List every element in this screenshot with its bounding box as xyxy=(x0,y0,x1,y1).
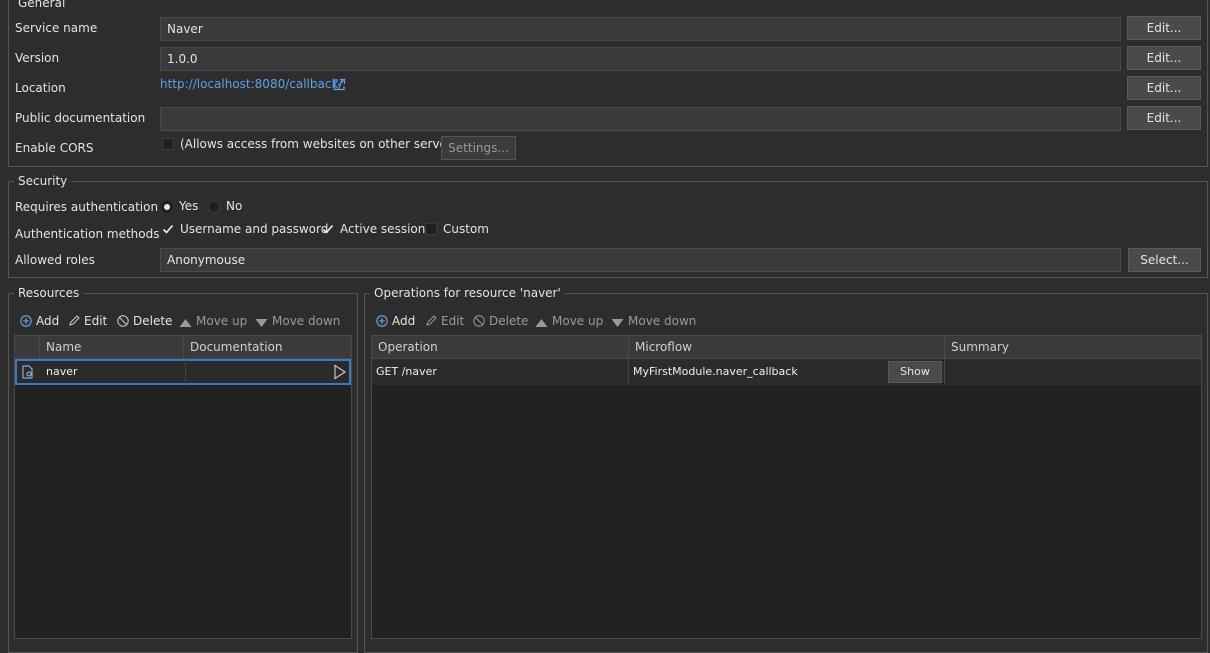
public-documentation-label: Public documentation xyxy=(15,111,146,125)
triangle-down-icon xyxy=(255,316,268,327)
username-password-label[interactable]: Username and password xyxy=(180,221,328,237)
service-name-edit-button[interactable]: Edit... xyxy=(1127,16,1201,40)
show-microflow-button[interactable]: Show xyxy=(888,361,942,383)
resources-delete-label: Delete xyxy=(133,314,173,328)
version-edit-button[interactable]: Edit... xyxy=(1127,46,1201,70)
resource-document-icon xyxy=(21,365,35,379)
operations-move-up-button[interactable]: Move up xyxy=(535,313,603,329)
active-session-checkbox[interactable] xyxy=(322,223,334,235)
resources-add-button[interactable]: Add xyxy=(20,313,59,329)
resources-edit-button[interactable]: Edit xyxy=(68,313,107,329)
pencil-icon xyxy=(425,315,437,327)
operations-move-up-label: Move up xyxy=(552,314,604,328)
requires-auth-yes-radio[interactable] xyxy=(161,201,173,213)
operations-delete-label: Delete xyxy=(489,314,529,328)
pencil-icon xyxy=(68,315,80,327)
operation-row-summary xyxy=(945,359,1201,385)
username-password-checkbox[interactable] xyxy=(162,223,174,235)
resources-delete-button[interactable]: Delete xyxy=(117,313,172,329)
resources-move-down-label: Move down xyxy=(272,314,341,328)
cors-description: (Allows access from websites on other se… xyxy=(180,137,463,151)
operations-table-header: Operation Microflow Summary xyxy=(372,336,1201,359)
resources-legend: Resources xyxy=(14,286,84,300)
requires-auth-no-label[interactable]: No xyxy=(226,198,242,214)
service-name-field[interactable]: Naver xyxy=(160,17,1121,41)
location-label: Location xyxy=(15,81,66,95)
operations-move-down-button[interactable]: Move down xyxy=(611,313,696,329)
resources-header-name[interactable]: Name xyxy=(40,336,184,358)
operations-header-summary[interactable]: Summary xyxy=(945,336,1201,358)
triangle-up-icon xyxy=(179,316,192,327)
triangle-up-icon xyxy=(535,316,548,327)
external-link-icon[interactable] xyxy=(333,78,346,91)
operations-add-button[interactable]: Add xyxy=(376,313,415,329)
resources-table: Name Documentation naver xyxy=(14,335,352,639)
allowed-roles-field[interactable]: Anonymouse xyxy=(160,248,1121,272)
version-field[interactable]: 1.0.0 xyxy=(160,47,1121,71)
allowed-roles-select-button[interactable]: Select... xyxy=(1128,248,1201,272)
enable-cors-checkbox[interactable] xyxy=(162,138,174,150)
resources-move-down-button[interactable]: Move down xyxy=(255,313,340,329)
resources-header-documentation[interactable]: Documentation xyxy=(184,336,351,358)
add-icon xyxy=(376,315,388,327)
location-link[interactable]: http://localhost:8080/callback/ xyxy=(160,76,342,92)
general-legend: General xyxy=(14,0,70,10)
operations-header-microflow[interactable]: Microflow xyxy=(629,336,945,358)
operations-add-label: Add xyxy=(392,314,416,328)
delete-icon xyxy=(117,315,129,327)
resource-row-documentation xyxy=(186,359,326,385)
enable-cors-label: Enable CORS xyxy=(15,141,94,155)
operation-row[interactable]: GET /naver MyFirstModule.naver_callback … xyxy=(372,359,1201,385)
resource-row-name: naver xyxy=(42,359,186,385)
operation-row-operation: GET /naver xyxy=(372,359,629,385)
public-documentation-edit-button[interactable]: Edit... xyxy=(1127,106,1201,130)
active-session-label[interactable]: Active session xyxy=(340,221,425,237)
resources-add-label: Add xyxy=(36,314,60,328)
location-edit-button[interactable]: Edit... xyxy=(1127,76,1201,100)
triangle-down-icon xyxy=(611,316,624,327)
operations-delete-button[interactable]: Delete xyxy=(473,313,528,329)
service-name-label: Service name xyxy=(15,21,98,35)
custom-checkbox[interactable] xyxy=(425,223,437,235)
public-documentation-field[interactable] xyxy=(160,107,1121,131)
delete-icon xyxy=(473,315,485,327)
version-label: Version xyxy=(15,51,60,65)
resources-edit-label: Edit xyxy=(84,314,108,328)
operations-edit-label: Edit xyxy=(441,314,465,328)
requires-auth-label: Requires authentication xyxy=(15,200,159,214)
resources-table-header: Name Documentation xyxy=(15,336,351,359)
resources-header-icon-col xyxy=(15,336,40,358)
custom-label[interactable]: Custom xyxy=(443,221,489,237)
resource-row[interactable]: naver xyxy=(15,359,351,385)
requires-auth-no-radio[interactable] xyxy=(208,201,220,213)
operations-header-operation[interactable]: Operation xyxy=(372,336,629,358)
operations-table: Operation Microflow Summary GET /naver M… xyxy=(371,335,1202,639)
auth-methods-label: Authentication methods xyxy=(15,227,160,241)
operations-move-down-label: Move down xyxy=(628,314,697,328)
security-legend: Security xyxy=(14,174,72,188)
requires-auth-yes-label[interactable]: Yes xyxy=(179,198,198,214)
cors-settings-button[interactable]: Settings... xyxy=(441,136,516,160)
resources-move-up-button[interactable]: Move up xyxy=(179,313,247,329)
allowed-roles-label: Allowed roles xyxy=(15,253,95,267)
play-triangle-icon[interactable] xyxy=(333,364,347,380)
operations-legend: Operations for resource 'naver' xyxy=(370,286,565,300)
operations-edit-button[interactable]: Edit xyxy=(425,313,464,329)
resources-move-up-label: Move up xyxy=(196,314,248,328)
add-icon xyxy=(20,315,32,327)
